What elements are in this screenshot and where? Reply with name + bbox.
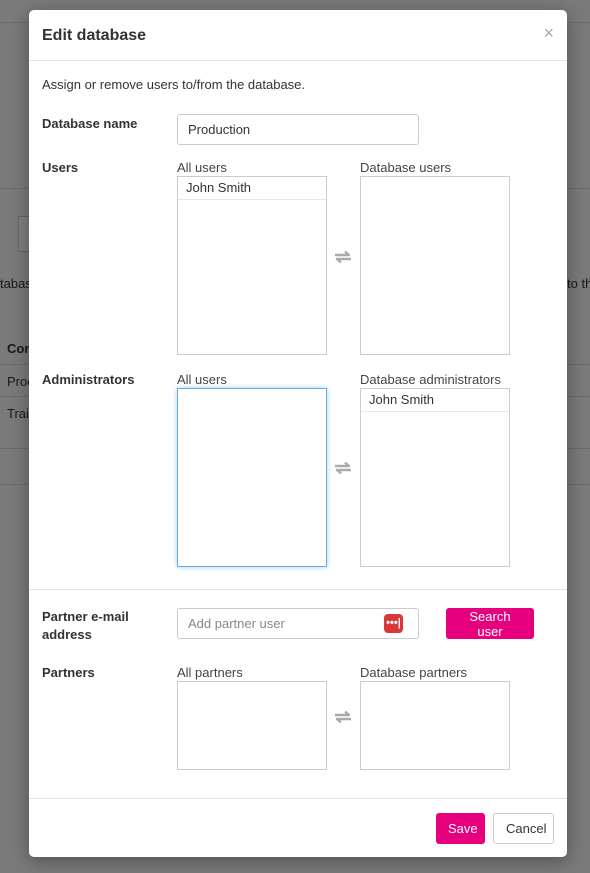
partner-email-label: Partner e-mail address	[42, 609, 129, 642]
close-icon[interactable]: ×	[543, 24, 554, 42]
section-divider	[29, 589, 567, 590]
dialog-header: Edit database ×	[29, 10, 567, 61]
cancel-button[interactable]: Cancel	[493, 813, 554, 844]
users-label: Users	[42, 160, 79, 175]
all-users-list[interactable]: John Smith	[177, 176, 327, 355]
all-users-caption: All users	[177, 160, 227, 175]
partner-email-input[interactable]	[177, 608, 419, 639]
all-users-caption: All users	[177, 372, 227, 387]
dialog-title: Edit database	[42, 27, 147, 44]
administrators-label: Administrators	[42, 372, 135, 387]
database-name-label: Database name	[42, 116, 138, 131]
database-partners-list[interactable]	[360, 681, 510, 770]
database-administrators-list[interactable]: John Smith	[360, 388, 510, 567]
database-users-caption: Database users	[360, 160, 452, 175]
database-partners-caption: Database partners	[360, 665, 467, 680]
search-user-button[interactable]: Search user	[446, 608, 534, 639]
list-item[interactable]: John Smith	[178, 177, 326, 200]
database-users-list[interactable]	[360, 176, 510, 355]
swap-arrows-icon[interactable]	[333, 710, 353, 724]
save-button[interactable]: Save	[436, 813, 485, 844]
list-item[interactable]: John Smith	[361, 389, 509, 412]
partners-label: Partners	[42, 665, 95, 680]
all-partners-list[interactable]	[177, 681, 327, 770]
swap-arrows-icon[interactable]	[333, 250, 353, 264]
all-users-admin-list[interactable]	[177, 388, 327, 567]
edit-database-dialog: Edit database × Assign or remove users t…	[29, 10, 567, 857]
swap-arrows-icon[interactable]	[333, 461, 353, 475]
database-name-input[interactable]	[177, 114, 419, 145]
footer-divider	[29, 798, 567, 799]
database-administrators-caption: Database administrators	[360, 372, 501, 387]
all-partners-caption: All partners	[177, 665, 243, 680]
password-manager-icon[interactable]: •••|	[384, 614, 403, 633]
dialog-description: Assign or remove users to/from the datab…	[42, 77, 306, 92]
